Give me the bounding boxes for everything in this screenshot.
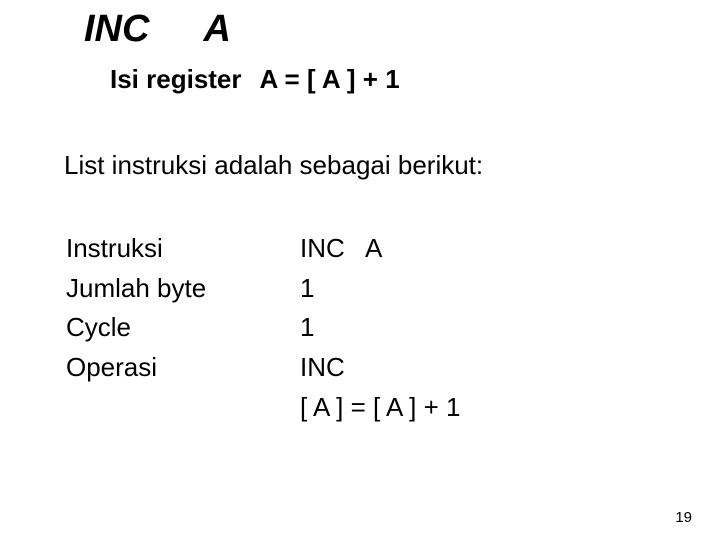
slide: INC A Isi register A = [ A ] + 1 List inst… — [0, 0, 720, 540]
prop-label-blank — [66, 389, 298, 427]
subtitle-label: Isi register — [110, 64, 242, 94]
table-row: [ A ] = [ A ] + 1 — [66, 389, 460, 427]
subtitle-expression: A = [ A ] + 1 — [260, 64, 400, 94]
instruction-title: INC A — [84, 8, 231, 51]
prop-label-jumlah-byte: Jumlah byte — [66, 270, 298, 308]
prop-value-instruksi: INC A — [300, 230, 460, 268]
operand: A — [203, 8, 230, 50]
prop-value-operasi-2: [ A ] = [ A ] + 1 — [300, 389, 460, 427]
mnemonic: INC — [84, 8, 149, 50]
table-row: Jumlah byte 1 — [66, 270, 460, 308]
prop-label-operasi: Operasi — [66, 349, 298, 387]
page-number: 19 — [675, 509, 692, 526]
instruction-properties: Instruksi INC A Jumlah byte 1 Cycle 1 Op… — [64, 228, 462, 428]
prop-label-cycle: Cycle — [66, 309, 298, 347]
register-description: Isi register A = [ A ] + 1 — [110, 64, 400, 95]
prop-value-cycle: 1 — [300, 309, 460, 347]
table-row: Instruksi INC A — [66, 230, 460, 268]
list-heading: List instruksi adalah sebagai berikut: — [64, 150, 483, 181]
prop-value-operasi: INC — [300, 349, 460, 387]
table-row: Cycle 1 — [66, 309, 460, 347]
prop-label-instruksi: Instruksi — [66, 230, 298, 268]
table-row: Operasi INC — [66, 349, 460, 387]
prop-value-jumlah-byte: 1 — [300, 270, 460, 308]
